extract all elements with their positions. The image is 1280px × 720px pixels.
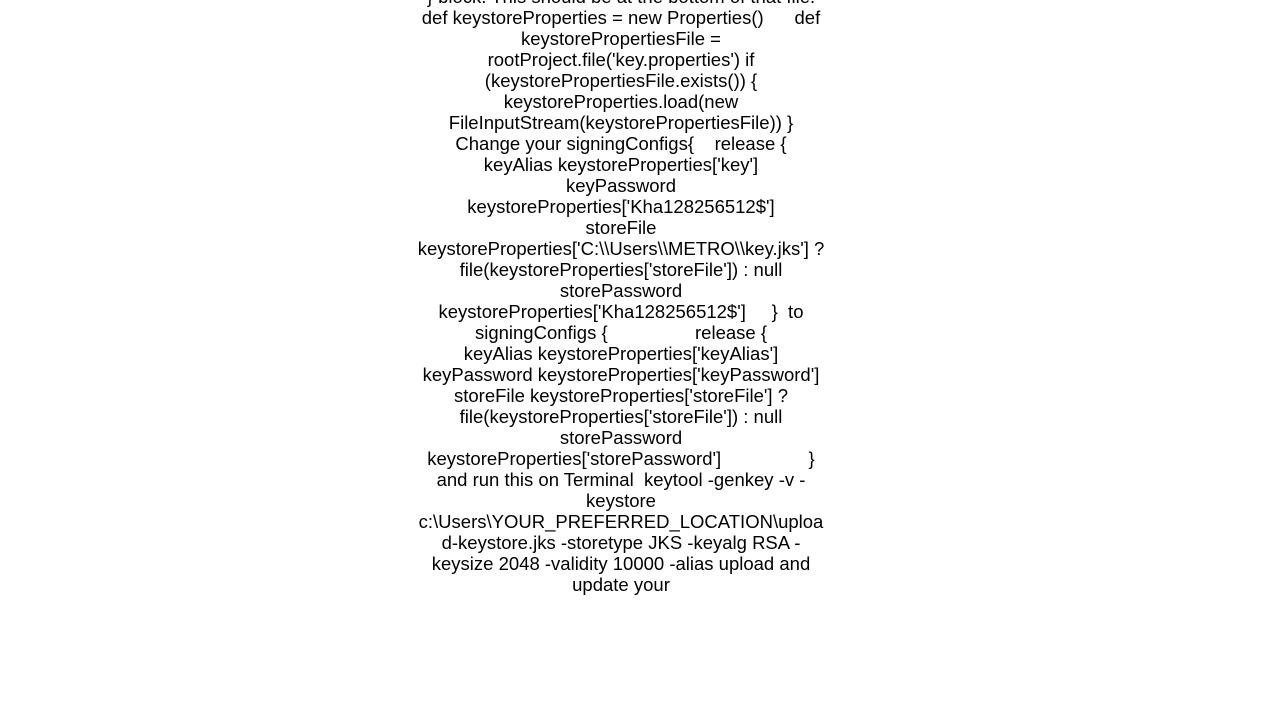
document-body-text: } block. This should be at the bottom of… [415,0,827,595]
